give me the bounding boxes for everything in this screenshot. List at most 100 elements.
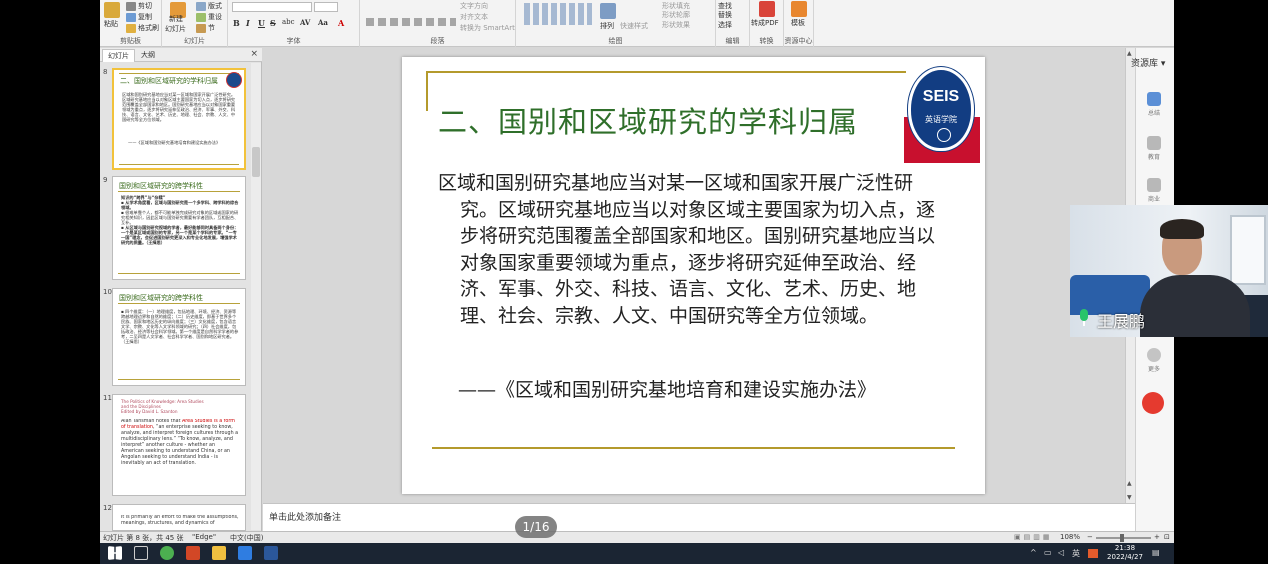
view-buttons[interactable]: ▣▤▥▦ [1014,533,1052,541]
copy-button[interactable]: 复制 [126,12,152,22]
resource-library-title[interactable]: 资源库 ▾ [1131,56,1165,69]
file-explorer-icon[interactable] [212,546,226,560]
wechat-icon[interactable] [160,546,174,560]
thumbnail-body-text1: Alan Tansman notes that [121,419,183,424]
thumbnail-preview[interactable]: 国别和区域研究的跨学科性 ▪ 四个维度：（一）地理维度，包括地理、环境、经济、资… [112,288,246,386]
pdf-icon[interactable] [759,1,775,17]
arrange-button[interactable]: 排列 [600,21,614,31]
scrollbar-thumb[interactable] [252,147,260,177]
thumbnail-slide-8[interactable]: 8 二、国别和区域研究的学科归属 区域和国别研究基地应当对某一区域和国家开展广泛… [100,68,250,172]
smartart-button[interactable]: 转换为 SmartArt [460,23,515,33]
alignment-buttons[interactable] [366,18,456,26]
current-slide[interactable]: 二、国别和区域研究的学科归属 SEIS 英语学院 区域和国别研究基地应当对某一区… [402,57,985,494]
bottom-rule [432,447,955,449]
fit-window-icon[interactable]: ⊡ [1164,533,1170,541]
template-icon[interactable] [791,1,807,17]
new-slide-button[interactable]: 新建 [169,14,183,24]
resource-item-more[interactable]: 更多 [1140,348,1168,373]
paste-button[interactable]: 粘贴 [104,19,118,29]
zoom-in-icon[interactable]: + [1154,533,1160,541]
zoom-out-icon[interactable]: − [1087,533,1093,541]
notes-placeholder[interactable]: 单击此处添加备注 [269,510,341,523]
section-button[interactable]: 节 [196,23,215,33]
task-view-icon[interactable] [134,546,148,560]
slide-editor-area: 二、国别和区域研究的学科归属 SEIS 英语学院 区域和国别研究基地应当对某一区… [263,48,1125,503]
italic-button[interactable]: I [246,18,250,28]
replace-button[interactable]: 替换 [718,10,732,20]
thumbnail-slide-11[interactable]: 11 The Politics of Knowledge: Area Studi… [100,394,250,498]
close-icon[interactable]: × [250,49,258,59]
thumbnail-preview[interactable]: 国别和区域研究的跨学科性 知识的“跨界”与“杂糅” ▪ 从学术角度看，区域与国别… [112,176,246,280]
convert-pdf-button[interactable]: 转成PDF [751,18,779,28]
windows-start-icon[interactable] [108,546,122,560]
template-button[interactable]: 模板 [791,18,805,28]
thumbnail-slide-9[interactable]: 9 国别和区域研究的跨学科性 知识的“跨界”与“杂糅” ▪ 从学术角度看，区域与… [100,176,250,282]
thumbnail-title: 国别和区域研究的跨学科性 [119,182,203,190]
shadow-button[interactable]: abc [282,18,295,26]
font-color-button[interactable]: A [338,18,344,28]
body-first-line: 区域和国别研究基地应当对某一区域和国家开展广 [438,172,857,194]
slide-body-text[interactable]: 区域和国别研究基地应当对某一区域和国家开展广泛性研究。区域研究基地应当以对象区域… [438,170,948,329]
slide-title[interactable]: 二、国别和区域研究的学科归属 [438,99,858,141]
font-size-combobox[interactable] [314,2,338,12]
powerpoint-icon[interactable] [186,546,200,560]
notification-icon[interactable]: ▤ [1152,548,1160,557]
shapes-gallery[interactable] [524,3,592,25]
tab-outline[interactable]: 大纲 [136,49,160,62]
reset-button[interactable]: 重设 [196,12,222,22]
gift-icon[interactable] [1142,392,1164,414]
arrange-icon[interactable] [600,3,616,19]
thumbnail-preview[interactable]: The Politics of Knowledge: Area Studies … [112,394,246,496]
group-label-paragraph: 段落 [430,37,445,45]
zoom-slider-thumb[interactable] [1120,534,1124,542]
clock[interactable]: 21:38 2022/4/27 [1105,544,1145,562]
word-icon[interactable] [264,546,278,560]
format-painter-label: 格式刷 [138,24,159,32]
align-text-button[interactable]: 对齐文本 [460,12,488,22]
strikethrough-button[interactable]: S [270,18,276,28]
quick-styles-button[interactable]: 快速样式 [620,21,648,31]
char-spacing-button[interactable]: AV [300,18,310,27]
photos-icon[interactable] [238,546,252,560]
zoom-slider[interactable] [1096,534,1151,542]
resource-item-summary[interactable]: 总结 [1140,92,1168,117]
shape-effects-button[interactable]: 形状效果 [662,20,690,30]
slide-quote[interactable]: ——《区域和国别研究基地培育和建设实施办法》 [458,377,938,403]
underline-button[interactable]: U [258,18,265,28]
resource-item-education[interactable]: 教育 [1140,136,1168,161]
screen: 粘贴 剪切 复制 格式刷 剪贴板 新建 幻灯片 版式 重设 节 幻灯片 B I … [0,0,1268,564]
thumbnail-preview[interactable]: It is primarily an effort to make the as… [112,504,246,531]
resource-item-business[interactable]: 商业 [1140,178,1168,203]
font-name-combobox[interactable] [232,2,312,12]
logo-ring-icon [937,128,951,142]
notes-pane[interactable]: 单击此处添加备注 [263,503,1135,531]
bold-button[interactable]: B [233,18,240,28]
zoom-level[interactable]: 108% [1060,533,1080,541]
ribbon-group-resource: 模板 资源中心 [784,0,814,47]
app-tray-icon[interactable] [1088,549,1098,558]
new-slide-button-label2[interactable]: 幻灯片 [165,24,186,34]
change-case-button[interactable]: Aa [318,18,328,27]
ribbon-group-convert: 转成PDF 转换 [750,0,784,47]
thumbnail-slide-12[interactable]: 12 It is primarily an effort to make the… [100,504,250,531]
body-rest: 泛性研究。区域研究基地应当以对象区域主要国家为切入点，逐步将研究范围覆盖全部国家… [460,172,936,327]
layout-button[interactable]: 版式 [196,1,222,11]
thumbnail-preview[interactable]: 二、国别和区域研究的学科归属 区域和国别研究基地应当对某一区域和国家开展广泛性研… [112,68,246,170]
select-button[interactable]: 选择 [718,20,732,30]
paste-icon[interactable] [104,2,120,18]
tray-chevron-icon[interactable]: ^ [1030,548,1037,557]
thumbnail-scrollbar[interactable] [251,63,261,530]
ime-icon[interactable]: 英 [1072,548,1080,559]
text-direction-button[interactable]: 文字方向 [460,1,488,11]
next-slide-icon[interactable]: ▼ [1127,494,1132,501]
volume-icon[interactable]: ◁ [1058,548,1064,557]
format-painter-button[interactable]: 格式刷 [126,23,159,33]
thumbnail-body-point1: ▪ 从学术角度看，区域与国别研究是一个多学科、跨学科的综合领域。 [121,200,239,210]
prev-slide-icon[interactable]: ▲ [1127,480,1132,487]
tab-slides[interactable]: 幻灯片 [102,49,135,62]
shape-outline-button[interactable]: 形状轮廓 [662,10,690,20]
cut-button[interactable]: 剪切 [126,1,152,11]
network-icon[interactable]: ▭ [1044,548,1052,557]
page-indicator: 1/16 [515,516,557,538]
thumbnail-slide-10[interactable]: 10 国别和区域研究的跨学科性 ▪ 四个维度：（一）地理维度，包括地理、环境、经… [100,288,250,388]
